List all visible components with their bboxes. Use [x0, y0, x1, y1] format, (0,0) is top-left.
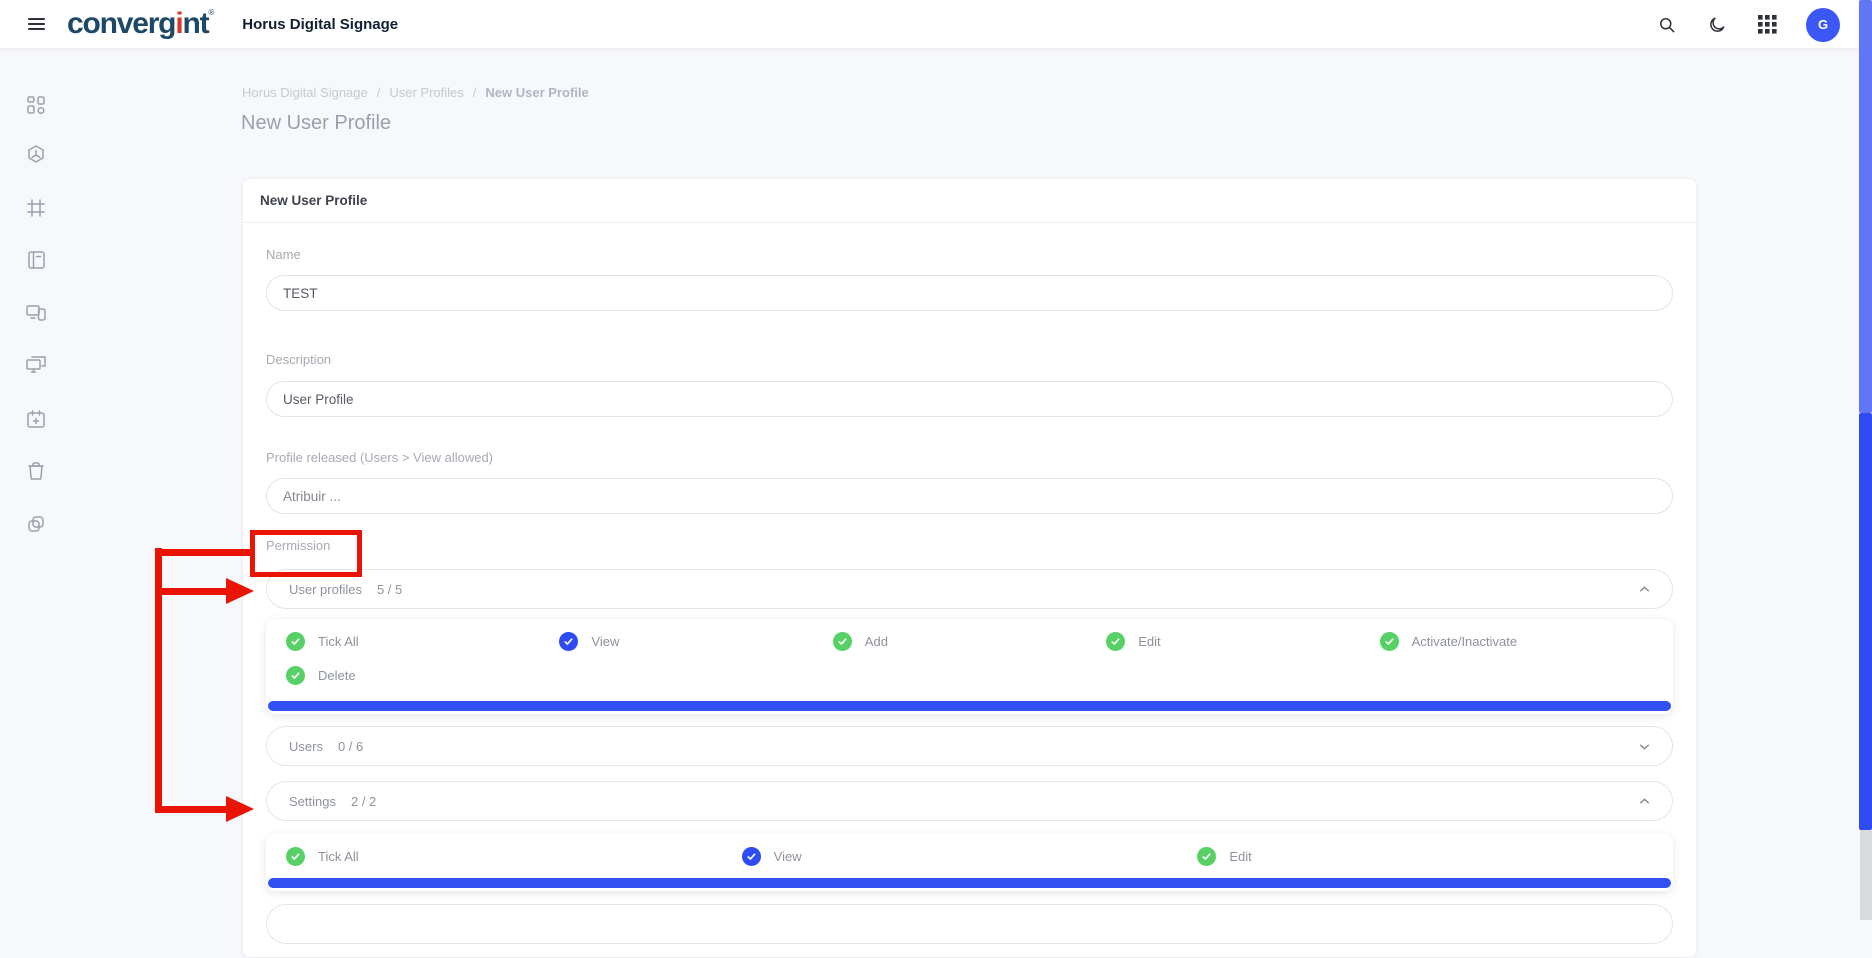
displays-icon[interactable] [24, 351, 48, 375]
dashboard-icon[interactable] [24, 93, 48, 117]
name-field-label: Name [266, 247, 1673, 262]
registered-mark: ® [208, 8, 214, 17]
breadcrumb-item-home[interactable]: Horus Digital Signage [242, 85, 368, 100]
new-user-profile-card: New User Profile Name Description Profil… [242, 178, 1697, 958]
chevron-up-icon [1637, 582, 1652, 602]
permission-tick-all[interactable]: Tick All [286, 839, 742, 873]
description-input[interactable] [266, 381, 1673, 417]
accordion-count: 2 / 2 [351, 794, 376, 809]
checked-checkbox-icon [742, 847, 761, 866]
accordion-label: User profiles [289, 582, 362, 597]
permission-delete[interactable]: Delete [286, 658, 559, 692]
accordion-label: Settings [289, 794, 336, 809]
menu-icon[interactable] [28, 18, 45, 30]
settings-permissions-panel: Tick All View Edit [266, 834, 1673, 891]
logo-text-end: nt [182, 7, 208, 40]
profile-released-field-label: Profile released (Users > View allowed) [266, 450, 1673, 465]
search-icon[interactable] [1656, 14, 1678, 36]
top-navbar: convergint® Horus Digital Signage G [0, 0, 1872, 49]
hexagon-asset-icon[interactable] [24, 143, 48, 167]
scrollbar-track[interactable] [1860, 830, 1872, 920]
permission-view[interactable]: View [742, 839, 1198, 873]
breadcrumb-item-current: New User Profile [485, 85, 588, 100]
name-input[interactable] [266, 275, 1673, 311]
accordion-users[interactable]: Users 0 / 6 [266, 726, 1673, 766]
accordion-count: 5 / 5 [377, 582, 402, 597]
checked-checkbox-icon [559, 632, 578, 651]
accordion-settings[interactable]: Settings 2 / 2 [266, 781, 1673, 821]
accordion-label: Users [289, 739, 323, 754]
breadcrumb-separator: / [377, 85, 381, 100]
permission-edit[interactable]: Edit [1106, 624, 1379, 658]
checked-checkbox-icon [1106, 632, 1125, 651]
card-title: New User Profile [243, 179, 1696, 223]
annotation-box-permission [250, 530, 362, 577]
annotation-arrow-user-profiles [155, 588, 227, 595]
accordion-next-partial[interactable] [266, 904, 1673, 944]
permission-edit[interactable]: Edit [1197, 839, 1653, 873]
permission-view[interactable]: View [559, 624, 832, 658]
convergint-logo: convergint® [67, 9, 214, 39]
annotation-arrowhead-icon [226, 578, 254, 604]
annotation-arrowhead-icon [226, 796, 254, 822]
accordion-user-profiles[interactable]: User profiles 5 / 5 [266, 569, 1673, 609]
chevron-down-icon [1637, 739, 1652, 759]
panel-progress-bar [268, 878, 1671, 888]
scrollbar-thumb[interactable] [1859, 413, 1872, 830]
checked-checkbox-icon [833, 632, 852, 651]
breadcrumb-item-user-profiles[interactable]: User Profiles [389, 85, 463, 100]
annotation-connector-line [155, 549, 251, 556]
panel-progress-bar [268, 701, 1671, 711]
description-field-label: Description [266, 352, 1673, 367]
permission-tick-all[interactable]: Tick All [286, 624, 559, 658]
checked-checkbox-icon [286, 847, 305, 866]
calendar-add-icon[interactable] [24, 407, 48, 431]
pages-icon[interactable] [24, 512, 48, 536]
annotation-arrow-settings [155, 806, 227, 813]
permission-add[interactable]: Add [833, 624, 1106, 658]
checked-checkbox-icon [1380, 632, 1399, 651]
journal-icon[interactable] [24, 248, 48, 272]
breadcrumb-separator: / [473, 85, 477, 100]
permission-activate-inactivate[interactable]: Activate/Inactivate [1380, 624, 1653, 658]
checked-checkbox-icon [286, 632, 305, 651]
left-sidebar [0, 49, 70, 920]
accordion-count: 0 / 6 [338, 739, 363, 754]
checked-checkbox-icon [1197, 847, 1216, 866]
scrollbar-segment-top[interactable] [1859, 0, 1872, 413]
user-profiles-permissions-panel: Tick All View Add Edit Activate/Inactiva… [266, 619, 1673, 714]
page-title: New User Profile [241, 112, 391, 135]
apps-grid-icon[interactable] [1756, 14, 1778, 36]
permission-section-label: Permission [266, 538, 1673, 553]
page-scrollbar[interactable] [1859, 0, 1872, 920]
checked-checkbox-icon [286, 666, 305, 685]
trash-icon[interactable] [24, 459, 48, 483]
user-avatar[interactable]: G [1806, 8, 1840, 42]
app-title: Horus Digital Signage [242, 16, 398, 33]
profile-released-input[interactable] [266, 478, 1673, 514]
chevron-up-icon [1637, 794, 1652, 814]
devices-icon[interactable] [24, 300, 48, 324]
dark-mode-moon-icon[interactable] [1706, 14, 1728, 36]
breadcrumb: Horus Digital Signage / User Profiles / … [242, 85, 589, 100]
logo-text: converg [67, 7, 175, 40]
frame-icon[interactable] [24, 196, 48, 220]
